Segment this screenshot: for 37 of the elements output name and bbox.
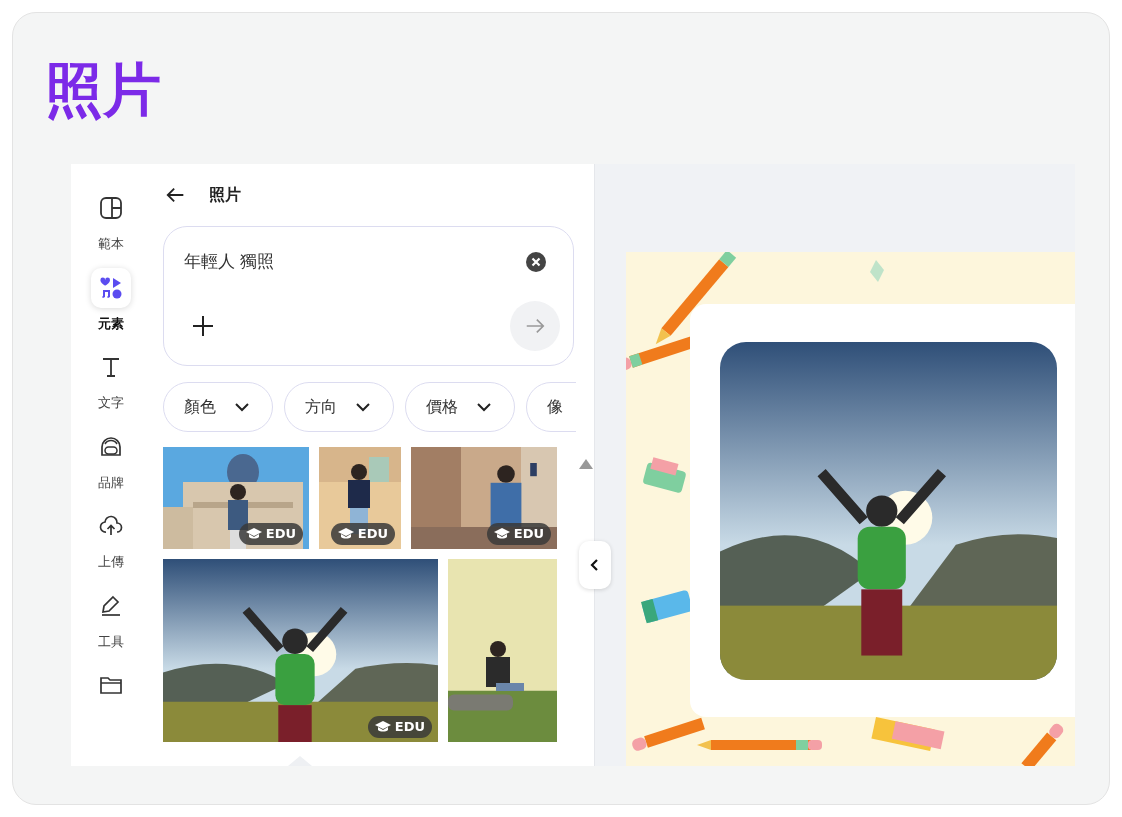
- edu-badge: EDU: [238, 523, 303, 545]
- brand-icon: [99, 434, 123, 459]
- search-input[interactable]: 年輕人 獨照: [184, 249, 504, 275]
- layout-icon: [99, 196, 123, 220]
- edu-badge: EDU: [367, 716, 432, 738]
- panel-title: 照片: [209, 184, 241, 206]
- rail-label[interactable]: 品牌: [98, 472, 124, 492]
- rail-label[interactable]: 文字: [98, 393, 124, 413]
- rail-label[interactable]: 元素: [98, 313, 124, 333]
- edu-badge: EDU: [486, 523, 551, 545]
- add-icon[interactable]: [192, 315, 214, 337]
- pen-icon: [99, 593, 123, 618]
- collapse-panel-button[interactable]: [579, 541, 611, 589]
- pencil-drawing: [1021, 721, 1066, 766]
- page-heading: 照片: [45, 61, 161, 119]
- clear-icon[interactable]: [525, 251, 547, 273]
- leaf-drawing: [870, 260, 884, 282]
- filter-chip[interactable]: 方向: [284, 382, 394, 432]
- sharpener-drawing: [642, 457, 687, 494]
- rail-label[interactable]: 範本: [98, 234, 124, 254]
- rail-label[interactable]: 工具: [98, 631, 124, 651]
- chevron-left-icon: [590, 558, 600, 572]
- graduation-cap-icon: [374, 721, 391, 733]
- graduation-cap-icon: [493, 528, 510, 540]
- shapes-icon: [99, 275, 123, 300]
- rail-item-selected[interactable]: [91, 267, 131, 308]
- chevron-down-icon: [355, 402, 371, 412]
- filter-chip[interactable]: 價格: [405, 382, 515, 432]
- rail-label[interactable]: 上傳: [98, 552, 124, 572]
- graduation-cap-icon: [337, 528, 354, 540]
- chevron-down-icon: [476, 402, 492, 412]
- cloud-upload-icon: [99, 514, 123, 538]
- chevron-down-icon: [234, 402, 250, 412]
- edu-badge: EDU: [330, 523, 395, 545]
- graduation-cap-icon: [245, 528, 262, 540]
- scroll-up-icon[interactable]: [579, 459, 593, 469]
- filter-chip[interactable]: 顏色: [163, 382, 273, 432]
